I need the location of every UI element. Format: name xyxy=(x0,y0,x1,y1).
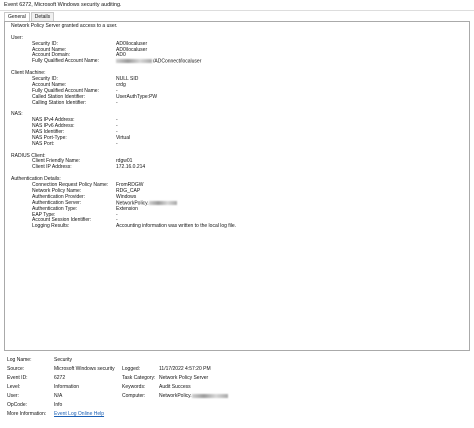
meta-task: Network Policy Server xyxy=(159,375,209,381)
cm-calling-station: - xyxy=(116,99,118,106)
meta-computer-value: NetworkPolicy. xyxy=(159,393,229,399)
meta-logged-label: Logged: xyxy=(122,366,141,372)
meta-event-id: 6272 xyxy=(54,375,66,381)
cm-calling-station-label: Calling Station Identifier: xyxy=(32,99,87,106)
description-intro: Network Policy Server granted access to … xyxy=(11,23,118,29)
cm-called-station: UserAuthType:PW xyxy=(116,93,158,101)
nas-port: - xyxy=(116,140,118,147)
meta-opcode-label: OpCode: xyxy=(7,402,28,408)
redacted-blur xyxy=(191,393,228,398)
rc-ip-label: Client IP Address: xyxy=(32,164,72,171)
redacted-blur xyxy=(116,59,152,64)
rc-ip: 172.16.0.214 xyxy=(116,164,146,171)
meta-source: Microsoft Windows security xyxy=(54,366,115,372)
meta-level: Information xyxy=(54,384,80,390)
meta-computer-prefix: NetworkPolicy. xyxy=(159,393,192,399)
meta-opcode: Info xyxy=(54,402,63,408)
ad-type: Extension xyxy=(116,205,138,212)
event-metadata: Log Name: Security Source: Microsoft Win… xyxy=(7,357,467,421)
ad-logging-label: Logging Results: xyxy=(32,223,70,230)
user-fqan-value: /ADConnect/localuser xyxy=(116,59,201,65)
meta-user-label: User: xyxy=(7,393,19,399)
meta-computer-label: Computer: xyxy=(122,393,146,399)
meta-logged: 11/17/2022 4:57:20 PM xyxy=(159,366,211,372)
nas-port-label: NAS Port: xyxy=(32,140,55,147)
tab-strip: General Details xyxy=(4,12,55,22)
meta-log-name-label: Log Name: xyxy=(7,357,32,363)
meta-event-id-label: Event ID: xyxy=(7,375,28,381)
meta-task-label: Task Category: xyxy=(122,375,156,381)
meta-keywords-label: Keywords: xyxy=(122,384,146,390)
nas-port-type: Virtual xyxy=(116,134,131,141)
tab-details[interactable]: Details xyxy=(30,12,55,21)
meta-log-name: Security xyxy=(54,357,73,363)
section-user-heading: User: xyxy=(11,34,23,41)
user-fqan-label: Fully Qualified Account Name: xyxy=(32,58,99,65)
event-log-online-help-link[interactable]: Event Log Online Help xyxy=(54,411,104,417)
user-fqan-suffix: /ADConnect/localuser xyxy=(153,58,202,65)
meta-level-label: Level: xyxy=(7,384,21,390)
ad-logging: Accounting information was written to th… xyxy=(116,223,237,230)
redacted-blur xyxy=(148,200,177,205)
meta-more-info-label: More Information: xyxy=(7,411,47,417)
cm-called-station-text: UserAuthType:PW xyxy=(116,93,158,100)
meta-user: N/A xyxy=(54,393,63,399)
event-description-panel[interactable]: Network Policy Server granted access to … xyxy=(4,21,470,351)
meta-keywords: Audit Success xyxy=(159,384,191,390)
window-title: Event 6272, Microsoft Windows security a… xyxy=(0,0,474,11)
section-nas-heading: NAS: xyxy=(11,111,23,118)
meta-source-label: Source: xyxy=(7,366,25,372)
